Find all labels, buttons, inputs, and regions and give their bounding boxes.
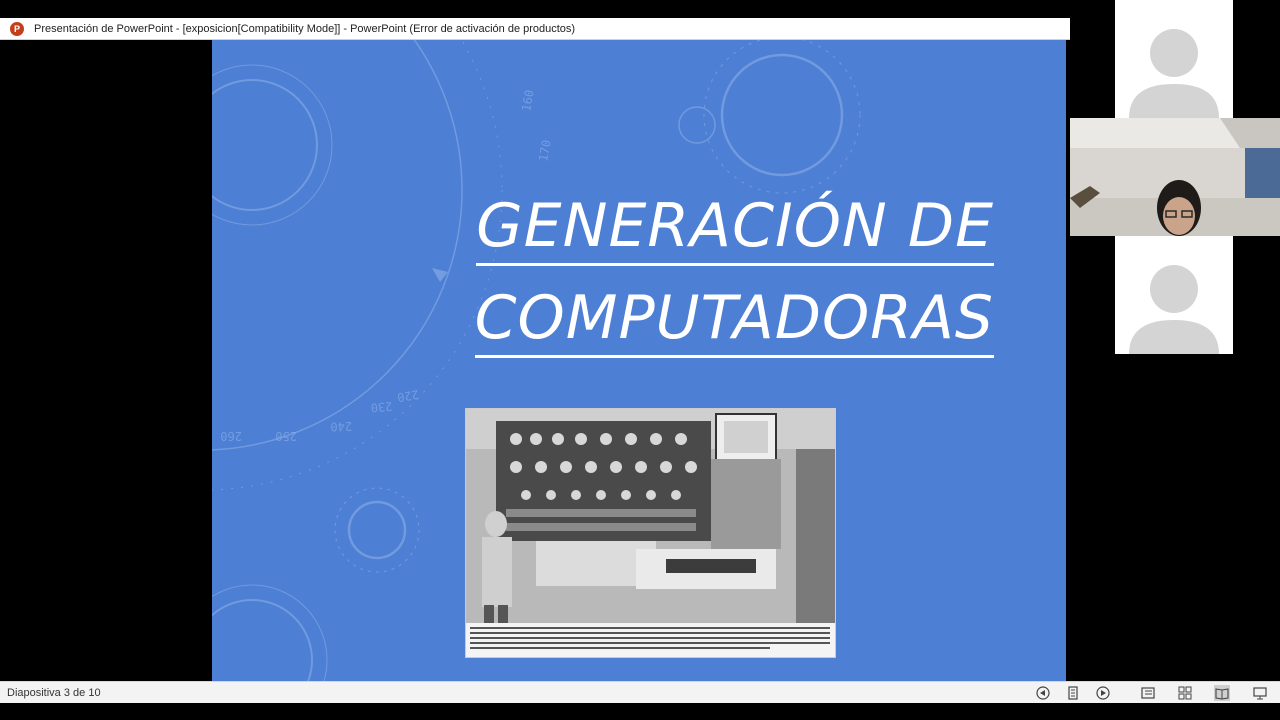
user-silhouette-icon	[1129, 265, 1219, 354]
slide-title-line-2: COMPUTADORAS	[474, 281, 994, 358]
window-title: Presentación de PowerPoint - [exposicion…	[34, 22, 576, 35]
dial-number: 250	[275, 429, 297, 443]
current-slide[interactable]: 160 170 220 230 240 250 260 GENERACIÓN D…	[212, 40, 1066, 681]
dial-number: 260	[220, 429, 242, 443]
slide-sorter-icon[interactable]	[1177, 685, 1193, 701]
eniac-console-image	[466, 409, 835, 657]
participant-tile-2[interactable]	[1070, 236, 1280, 354]
normal-view-icon[interactable]	[1140, 685, 1156, 701]
dial-number: 240	[330, 419, 352, 434]
camera-feed	[1070, 118, 1280, 236]
previous-slide-icon[interactable]	[1035, 685, 1051, 701]
participant-tile-1[interactable]	[1070, 0, 1280, 118]
avatar	[1115, 236, 1233, 354]
slide-menu-icon[interactable]	[1065, 685, 1081, 701]
slide-show-icon[interactable]	[1252, 685, 1268, 701]
status-bar: Diapositiva 3 de 10	[0, 681, 1280, 703]
computer-photo	[465, 408, 836, 658]
participant-tile-camera[interactable]	[1070, 118, 1280, 236]
dial-number: 220	[396, 387, 420, 405]
window-title-bar: P Presentación de PowerPoint - [exposici…	[0, 18, 1070, 40]
avatar	[1115, 0, 1233, 118]
reading-view-icon[interactable]	[1214, 685, 1230, 701]
next-slide-icon[interactable]	[1095, 685, 1111, 701]
dial-number: 160	[519, 89, 537, 113]
slideshow-area[interactable]: 160 170 220 230 240 250 260 GENERACIÓN D…	[0, 40, 1070, 681]
slide-counter: Diapositiva 3 de 10	[7, 686, 101, 699]
slide-title: GENERACIÓN DE COMPUTADORAS	[474, 180, 994, 364]
dial-number: 170	[536, 139, 554, 163]
user-silhouette-icon	[1129, 29, 1219, 118]
powerpoint-app-icon: P	[10, 21, 24, 36]
slide-title-line-1: GENERACIÓN DE	[476, 189, 994, 266]
dial-number: 230	[370, 399, 393, 415]
